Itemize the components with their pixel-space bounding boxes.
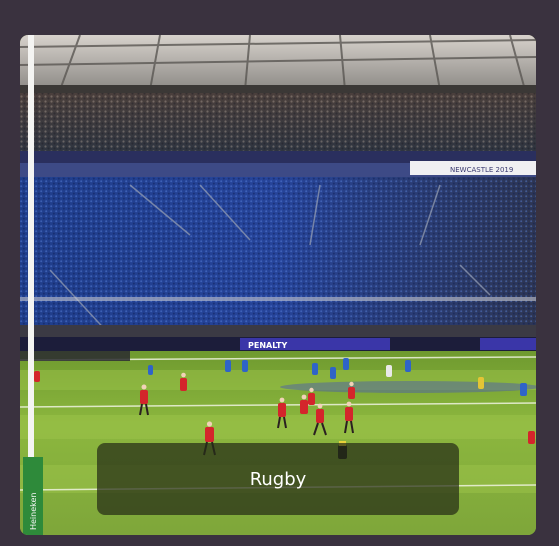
post-pad-text: Heineken xyxy=(29,493,38,531)
stand-banner-text: NEWCASTLE 2019 xyxy=(450,166,513,174)
caption-label: Rugby xyxy=(249,468,307,490)
caption-overlay: Rugby xyxy=(97,443,459,515)
penalty-banner-text: PENALTY xyxy=(248,341,287,350)
image-card[interactable]: NEWCASTLE 2019 PENALTY Heineken Rugby xyxy=(20,35,536,535)
